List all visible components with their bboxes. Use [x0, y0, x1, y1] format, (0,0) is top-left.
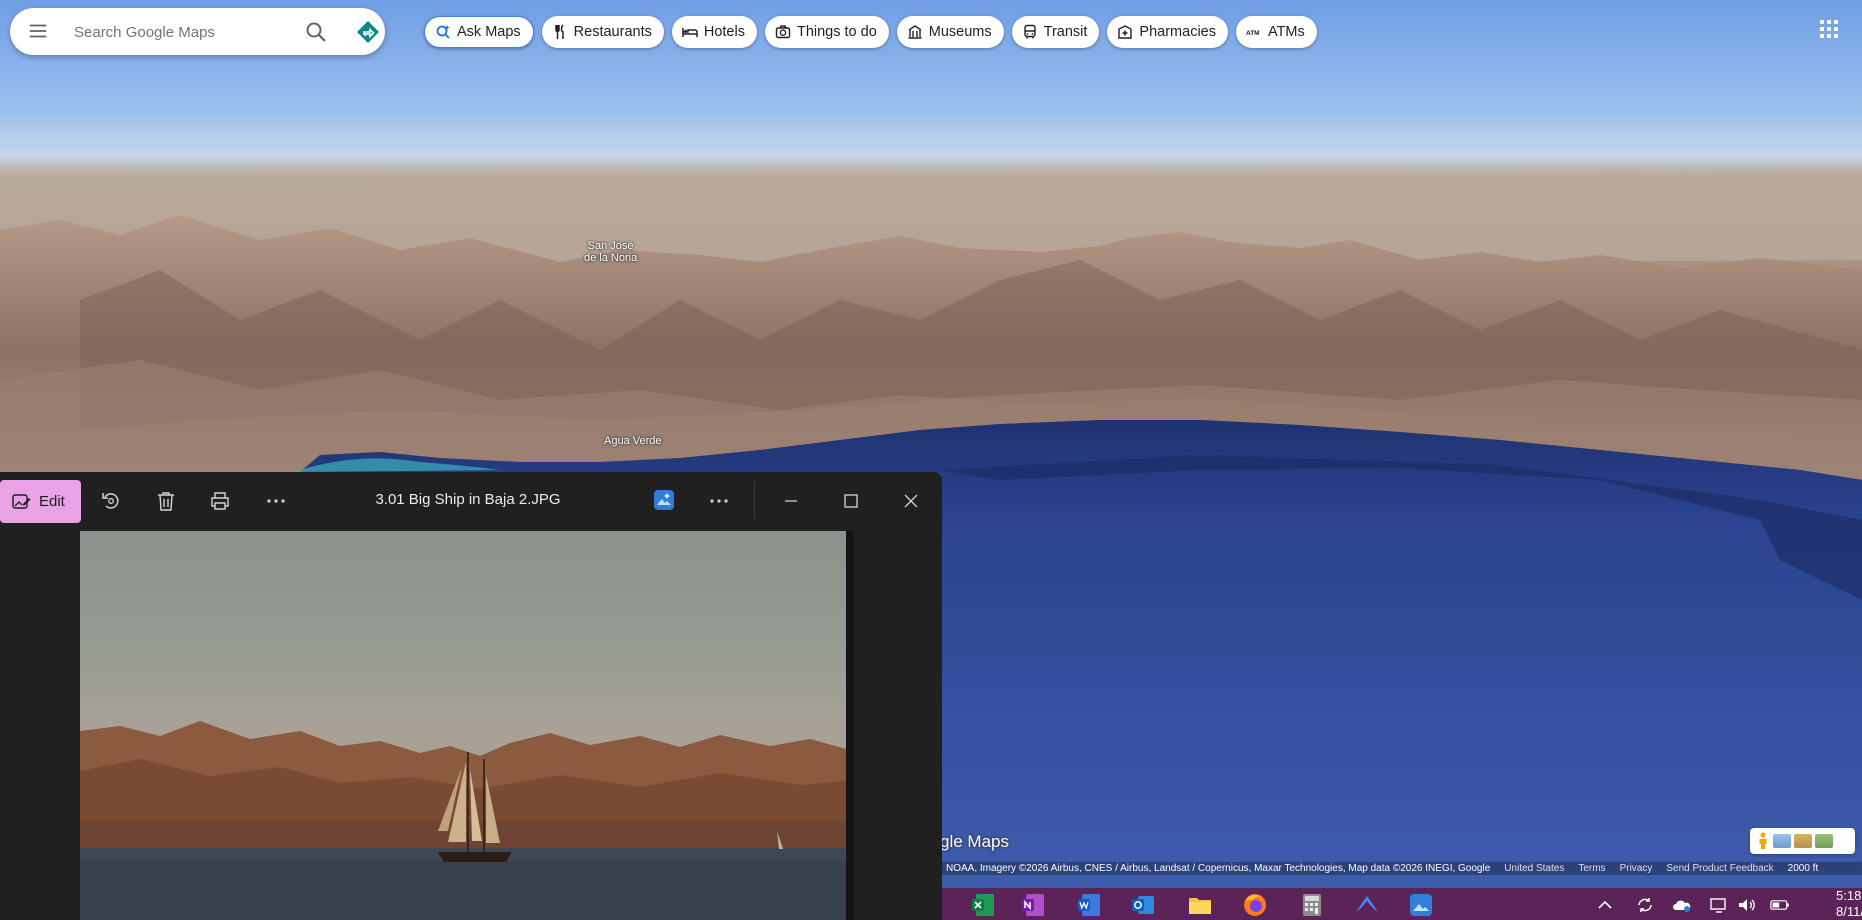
battery-icon[interactable] — [1770, 896, 1790, 914]
map-label-san-jose-line2[interactable]: de la Noria — [584, 252, 637, 264]
close-icon[interactable] — [900, 490, 922, 512]
chip-atms[interactable]: ATM ATMs — [1235, 16, 1317, 48]
edit-button[interactable]: Edit — [0, 480, 81, 523]
chip-ask-maps[interactable]: Ask Maps — [424, 16, 534, 48]
chip-label: Things to do — [796, 24, 877, 40]
privacy-link[interactable]: Privacy — [1620, 863, 1653, 874]
chip-label: ATMs — [1267, 24, 1305, 40]
photos-app-icon[interactable] — [653, 489, 675, 511]
country-link[interactable]: United States — [1504, 863, 1564, 874]
fork-knife-icon — [554, 24, 564, 39]
chip-label: Restaurants — [573, 24, 652, 40]
clock-time: 5:18 — [1836, 888, 1862, 903]
delete-icon[interactable] — [155, 490, 177, 512]
displayed-photo[interactable] — [80, 531, 846, 920]
onedrive-icon[interactable] — [1672, 896, 1692, 914]
nordvpn-icon[interactable] — [1354, 892, 1380, 918]
ask-maps-icon — [436, 25, 450, 39]
file-explorer-icon[interactable] — [1187, 892, 1213, 918]
photos-taskbar-icon[interactable] — [1408, 892, 1434, 918]
more-options-icon[interactable] — [265, 490, 287, 512]
attribution-text: NOAA, Imagery ©2026 Airbus, CNES / Airbu… — [946, 863, 1491, 874]
museum-icon — [908, 25, 922, 39]
outlook-icon[interactable] — [1130, 892, 1156, 918]
viewer-title: 3.01 Big Ship in Baja 2.JPG — [375, 491, 561, 508]
layer-thumb-terrain[interactable] — [1794, 834, 1812, 848]
minimize-icon[interactable] — [780, 490, 802, 512]
taskbar — [942, 888, 1862, 920]
map-label-san-jose[interactable]: San José — [584, 240, 637, 252]
toolbar-separator — [754, 482, 755, 518]
attribution-bar: NOAA, Imagery ©2026 Airbus, CNES / Airbu… — [940, 862, 1862, 875]
clock-date: 8/11/2 — [1836, 904, 1862, 919]
layer-thumb-satellite[interactable] — [1773, 834, 1791, 848]
search-icon[interactable] — [304, 20, 328, 44]
edit-image-icon — [12, 493, 31, 509]
chip-pharmacies[interactable]: Pharmacies — [1107, 16, 1228, 48]
firefox-icon[interactable] — [1242, 892, 1268, 918]
search-input[interactable] — [72, 18, 296, 46]
bed-icon — [682, 28, 698, 37]
onenote-icon[interactable] — [1020, 892, 1046, 918]
chip-label: Hotels — [703, 24, 745, 40]
layers-control[interactable] — [1750, 828, 1855, 854]
chip-label: Museums — [928, 24, 992, 40]
svg-text:ATM: ATM — [1246, 30, 1260, 37]
photo-viewer-window: Edit 3.01 Big Ship in Baja 2.JPG — [0, 472, 942, 920]
feedback-link[interactable]: Send Product Feedback — [1666, 863, 1773, 874]
scale-label[interactable]: 2000 ft — [1788, 863, 1819, 874]
photo-content — [80, 721, 846, 920]
directions-icon[interactable] — [356, 20, 380, 44]
terms-link[interactable]: Terms — [1578, 863, 1605, 874]
menu-icon[interactable] — [27, 20, 49, 42]
sync-icon[interactable] — [1635, 896, 1655, 914]
chip-restaurants[interactable]: Restaurants — [541, 16, 664, 48]
pegman-icon[interactable] — [1756, 832, 1770, 850]
chip-things-to-do[interactable]: Things to do — [764, 16, 889, 48]
chip-label: Pharmacies — [1139, 24, 1216, 40]
chip-museums[interactable]: Museums — [896, 16, 1004, 48]
viewer-toolbar: Edit 3.01 Big Ship in Baja 2.JPG — [0, 472, 942, 530]
layer-thumb-map[interactable] — [1815, 834, 1833, 848]
chevron-up-icon[interactable] — [1595, 896, 1615, 914]
volume-icon[interactable] — [1737, 896, 1757, 914]
search-box — [10, 8, 385, 55]
pharmacy-icon — [1118, 25, 1133, 39]
apps-grid-icon[interactable] — [1818, 18, 1840, 40]
chip-label: Ask Maps — [457, 24, 521, 40]
chip-transit[interactable]: Transit — [1011, 16, 1100, 48]
print-icon[interactable] — [209, 490, 231, 512]
more-options-icon[interactable] — [708, 490, 730, 512]
bus-icon — [1023, 24, 1036, 39]
google-maps-brand: gle Maps — [940, 832, 1009, 851]
camera-icon — [775, 25, 791, 39]
map-label-agua-verde[interactable]: Agua Verde — [604, 435, 662, 447]
category-chips: Ask Maps Restaurants Hotels Things to do… — [424, 16, 1317, 48]
taskbar-clock[interactable]: 5:18 8/11/2 — [1836, 888, 1862, 920]
chip-hotels[interactable]: Hotels — [671, 16, 757, 48]
calculator-icon[interactable] — [1299, 892, 1325, 918]
edit-label: Edit — [39, 493, 65, 510]
photo-edge — [846, 531, 854, 920]
atm-icon: ATM — [1246, 30, 1260, 37]
network-icon[interactable] — [1709, 896, 1729, 914]
word-icon[interactable] — [1076, 892, 1102, 918]
excel-icon[interactable] — [970, 892, 996, 918]
rotate-icon[interactable] — [100, 490, 122, 512]
chip-label: Transit — [1043, 24, 1088, 40]
maximize-icon[interactable] — [840, 490, 862, 512]
